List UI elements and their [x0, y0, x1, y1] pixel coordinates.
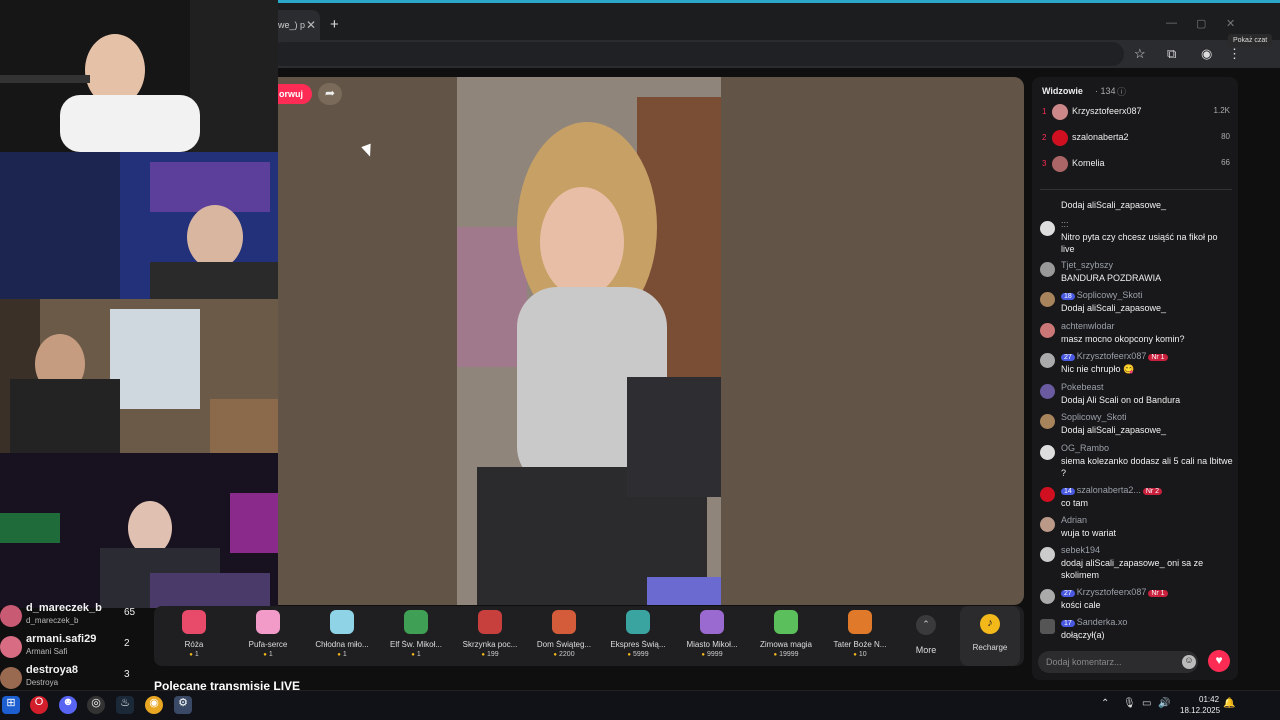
avatar	[1040, 547, 1055, 562]
avatar	[0, 636, 22, 658]
list-item-count: 3	[124, 669, 130, 680]
gift-item[interactable]: Zimowa magia19999	[748, 608, 824, 664]
gift-item[interactable]: Róża1	[156, 608, 232, 664]
mailbox-gift-icon	[478, 610, 502, 634]
notification-icon[interactable]: 🔔	[1223, 698, 1235, 709]
avatar	[1040, 487, 1055, 502]
obs-icon[interactable]: ◎	[87, 696, 105, 714]
list-item-sub: Armani Safi	[26, 647, 68, 656]
tray-chevron-icon[interactable]: ⌃	[1101, 698, 1109, 709]
menu-dots-icon[interactable]: ⋮	[1228, 46, 1241, 62]
chrome-icon[interactable]: ◉	[145, 696, 163, 714]
address-input[interactable]	[270, 42, 1124, 66]
streamer-video-frame	[457, 77, 721, 605]
avatar	[0, 605, 22, 627]
microphone-icon[interactable]: 🎙	[1123, 698, 1136, 709]
gift-item[interactable]: Tater Boże N...10	[822, 608, 898, 664]
webcam-2	[0, 152, 278, 299]
gift-item[interactable]: Dom Świąteg...2200	[526, 608, 602, 664]
avatar	[1040, 323, 1055, 338]
help-icon[interactable]: ⓘ	[1117, 85, 1126, 98]
join-icon	[1040, 619, 1055, 634]
taskbar	[0, 690, 1280, 720]
avatar	[1052, 104, 1068, 120]
list-item[interactable]: armani.safi29 Armani Safi 2	[0, 632, 150, 662]
list-item-name: d_mareczek_b	[26, 602, 102, 614]
divider	[1040, 189, 1232, 190]
more-gifts-button[interactable]: ⌃ More	[906, 608, 946, 664]
clock-date[interactable]: 18.12.2025	[1180, 706, 1220, 715]
tater-gift-icon	[848, 610, 872, 634]
list-item-name: armani.safi29	[26, 633, 97, 645]
list-item[interactable]: d_mareczek_b d_mareczek_b 65	[0, 601, 150, 631]
comment-input[interactable]: Dodaj komentarz...	[1038, 651, 1198, 673]
discord-icon[interactable]: ☻	[59, 696, 77, 714]
avatar	[1040, 292, 1055, 307]
avatar	[1040, 517, 1055, 532]
gift-item[interactable]: Elf Św. Mikoł...1	[378, 608, 454, 664]
webcam-3	[0, 299, 278, 453]
list-item-count: 2	[124, 638, 130, 649]
gift-item[interactable]: Ekspres Świą...5999	[600, 608, 676, 664]
minimize-icon[interactable]: —	[1166, 17, 1177, 29]
webcam-4	[0, 453, 278, 608]
top-viewer-row[interactable]: 3 Komelia 66	[1040, 154, 1232, 176]
extensions-icon[interactable]: ⧉	[1167, 46, 1176, 62]
house-gift-icon	[552, 610, 576, 634]
avatar	[1040, 353, 1055, 368]
avatar	[1040, 414, 1055, 429]
rose-gift-icon	[182, 610, 206, 634]
share-icon[interactable]: ➦	[318, 83, 342, 105]
chevron-up-icon: ⌃	[916, 615, 936, 635]
recharge-button[interactable]: ♪ Recharge	[960, 606, 1020, 666]
close-tab-icon[interactable]: ✕	[306, 18, 316, 32]
profile-icon[interactable]: ◉	[1201, 46, 1212, 62]
avatar	[1052, 156, 1068, 172]
avatar	[1040, 384, 1055, 399]
close-window-icon[interactable]: ✕	[1226, 17, 1235, 30]
gift-item[interactable]: Chłodna miło...1	[304, 608, 380, 664]
city-gift-icon	[700, 610, 724, 634]
settings-icon[interactable]: ⚙	[174, 696, 192, 714]
steam-icon[interactable]: ♨	[116, 696, 134, 714]
list-item-count: 65	[124, 607, 136, 618]
avatar	[1040, 445, 1055, 460]
heart-gift-icon	[256, 610, 280, 634]
list-item[interactable]: destroya8 Destroya 3	[0, 663, 150, 693]
maximize-icon[interactable]: ▢	[1196, 17, 1206, 30]
gift-item[interactable]: Skrzynka poc...199	[452, 608, 528, 664]
emoji-icon[interactable]: ☺	[1182, 655, 1196, 669]
gift-item[interactable]: Pufa-serce1	[230, 608, 306, 664]
top-viewer-row[interactable]: 2 szalonaberta2 80	[1040, 128, 1232, 150]
start-icon[interactable]: ⊞	[2, 696, 20, 714]
viewers-title: Widzowie	[1042, 86, 1083, 96]
new-tab-icon[interactable]: +	[330, 16, 339, 33]
snowflake-gift-icon	[330, 610, 354, 634]
top-viewer-row[interactable]: 1 Krzysztofeerx087 1.2K	[1040, 102, 1232, 124]
network-icon[interactable]: ▭	[1142, 698, 1151, 709]
show-chat-tooltip: Pokaż czat	[1228, 34, 1273, 47]
bookmark-star-icon[interactable]: ☆	[1134, 46, 1146, 62]
avatar	[1040, 589, 1055, 604]
volume-icon[interactable]: 🔊	[1158, 698, 1170, 709]
coin-icon: ♪	[980, 614, 1000, 634]
opera-icon[interactable]: O	[30, 696, 48, 714]
viewers-count: · 134	[1095, 86, 1116, 96]
follow-button[interactable]: orwuj	[276, 84, 312, 104]
elf-gift-icon	[404, 610, 428, 634]
list-item-sub: d_mareczek_b	[26, 616, 79, 625]
heart-icon[interactable]: ♥	[1208, 650, 1230, 672]
gift-item[interactable]: Miasto Mikoł...9999	[674, 608, 750, 664]
clock-time[interactable]: 01:42	[1199, 695, 1219, 704]
train-gift-icon	[626, 610, 650, 634]
list-item-name: destroya8	[26, 664, 78, 676]
avatar	[0, 667, 22, 689]
list-item-sub: Destroya	[26, 678, 59, 687]
webcam-1	[0, 0, 278, 152]
avatar	[1052, 130, 1068, 146]
avatar	[1040, 262, 1055, 277]
winter-magic-gift-icon	[774, 610, 798, 634]
live-video[interactable]	[457, 77, 721, 605]
avatar	[1040, 221, 1055, 236]
